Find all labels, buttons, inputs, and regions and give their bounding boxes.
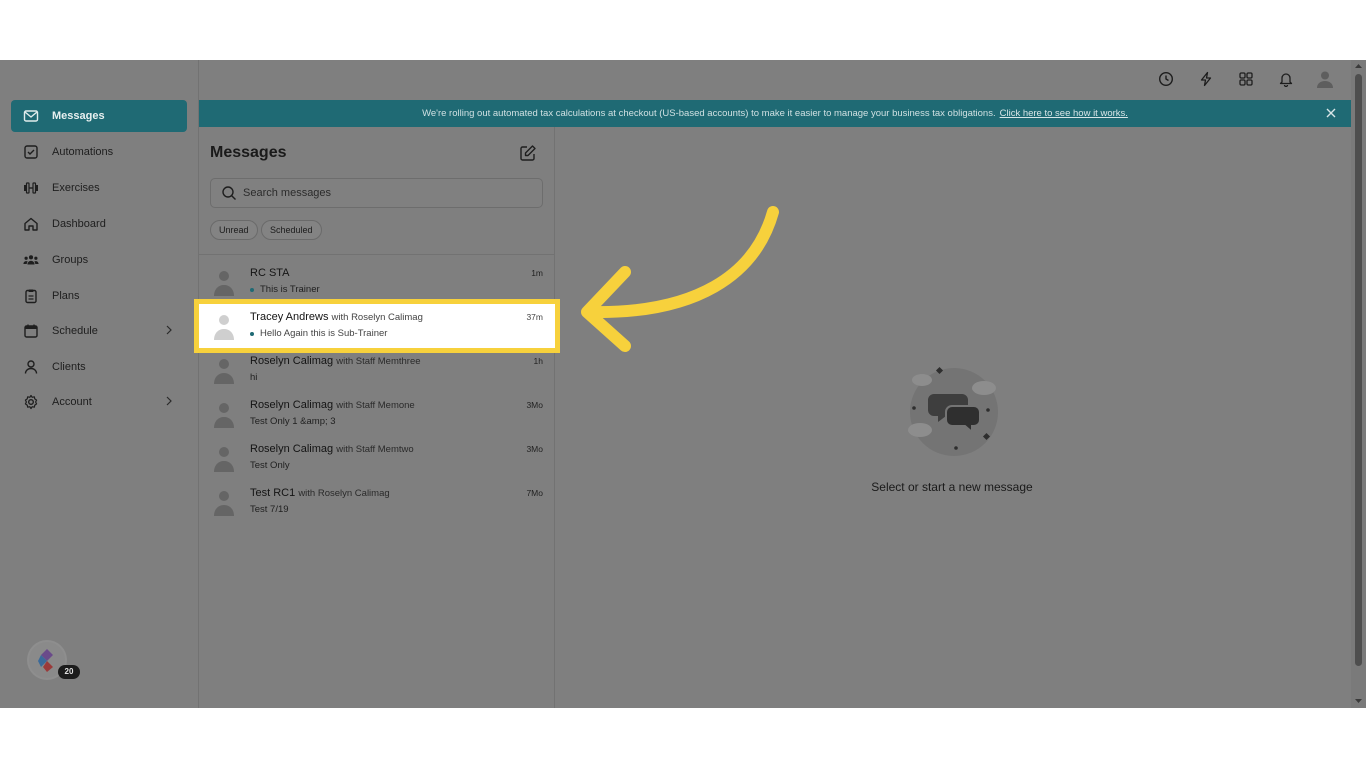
thread-name: Roselyn Calimag <box>250 399 334 411</box>
sidebar-item-label: Plans <box>52 290 80 302</box>
messages-panel: Messages Unread Scheduled RC STA This is… <box>194 127 560 708</box>
search-box <box>210 178 543 208</box>
thread-preview: This is Trainer <box>260 284 320 295</box>
scroll-up-icon[interactable] <box>1355 63 1362 69</box>
user-icon <box>23 359 39 375</box>
unread-dot <box>250 331 254 336</box>
lightning-icon[interactable] <box>1197 70 1215 88</box>
dumbbell-icon <box>23 180 39 196</box>
thread-time: 7Mo <box>526 488 543 498</box>
sidebar-item-schedule[interactable]: Schedule <box>11 315 187 347</box>
avatar <box>214 271 234 296</box>
thread-with: with Roselyn Calimag <box>298 488 390 499</box>
avatar <box>214 315 234 340</box>
tutorial-arrow-icon <box>581 206 779 352</box>
avatar <box>214 447 234 472</box>
app-window: Messages Automations Exercises Dashboard… <box>0 60 1366 708</box>
thread-name: RC STA <box>250 267 290 279</box>
thread-with: with Staff Memone <box>336 400 415 411</box>
thread-time: 3Mo <box>526 444 543 454</box>
banner-link[interactable]: Click here to see how it works. <box>1000 108 1128 119</box>
history-icon[interactable] <box>1157 70 1175 88</box>
thread-preview: hi <box>250 372 258 383</box>
list-item-highlighted[interactable]: Tracey Andrews with Roselyn Calimag Hell… <box>194 299 560 353</box>
sidebar-item-exercises[interactable]: Exercises <box>11 172 187 204</box>
unread-dot <box>250 287 254 292</box>
thread-name: Test RC1 <box>250 487 296 499</box>
thread-time: 1h <box>533 356 543 366</box>
sidebar-item-label: Schedule <box>52 325 98 337</box>
avatar <box>214 403 234 428</box>
compose-icon[interactable] <box>519 144 537 162</box>
bell-icon[interactable] <box>1277 70 1295 88</box>
gear-icon <box>23 394 39 410</box>
thread-time: 37m <box>526 312 543 322</box>
filter-unread-chip[interactable]: Unread <box>210 220 258 240</box>
thread-time: 1m <box>531 268 543 278</box>
scrollbar[interactable] <box>1351 60 1366 708</box>
chat-bubbles-illustration-icon <box>908 366 998 456</box>
sidebar-item-plans[interactable]: Plans <box>11 280 187 312</box>
search-icon <box>221 185 237 201</box>
envelope-icon <box>23 108 39 124</box>
thread-time: 3Mo <box>526 400 543 410</box>
sidebar-item-label: Dashboard <box>52 218 106 230</box>
chevron-right-icon <box>165 396 173 409</box>
users-icon <box>23 252 39 268</box>
close-icon[interactable] <box>1325 107 1337 119</box>
thread-with: with Roselyn Calimag <box>331 312 423 323</box>
scroll-down-icon[interactable] <box>1355 698 1362 704</box>
banner-text: We're rolling out automated tax calculat… <box>422 108 996 119</box>
thread-name: Roselyn Calimag <box>250 443 334 455</box>
sidebar-item-label: Clients <box>52 361 86 373</box>
thread-preview: Hello Again this is Sub-Trainer <box>260 328 388 339</box>
home-icon <box>23 216 39 232</box>
chevron-right-icon <box>165 325 173 338</box>
clipboard-icon <box>23 288 39 304</box>
thread-preview: Test 7/19 <box>250 504 289 515</box>
sidebar-item-messages[interactable]: Messages <box>11 100 187 132</box>
list-item[interactable]: Roselyn Calimag with Staff Memone Test O… <box>199 392 555 436</box>
thread-with: with Staff Memthree <box>336 356 421 367</box>
helper-count-badge: 20 <box>58 665 80 679</box>
checkbox-icon <box>23 144 39 160</box>
sidebar-item-clients[interactable]: Clients <box>11 351 187 383</box>
announcement-banner: We're rolling out automated tax calculat… <box>199 100 1351 127</box>
sidebar-item-label: Exercises <box>52 182 100 194</box>
sidebar-item-automations[interactable]: Automations <box>11 136 187 168</box>
empty-state-text: Select or start a new message <box>871 480 1033 494</box>
sidebar-item-label: Automations <box>52 146 114 158</box>
sidebar-item-label: Messages <box>52 110 105 122</box>
avatar[interactable] <box>1315 69 1335 89</box>
sidebar-item-dashboard[interactable]: Dashboard <box>11 208 187 240</box>
list-item[interactable]: Roselyn Calimag with Staff Memtwo Test O… <box>199 436 555 480</box>
thread-name: Roselyn Calimag <box>250 355 334 367</box>
avatar <box>214 491 234 516</box>
list-item[interactable]: Test RC1 with Roselyn Calimag Test 7/19 … <box>199 480 555 524</box>
page-title: Messages <box>210 144 287 161</box>
search-input[interactable] <box>243 187 523 199</box>
thread-preview: Test Only 1 &amp; 3 <box>250 416 336 427</box>
list-item[interactable]: RC STA This is Trainer 1m <box>199 260 555 304</box>
list-item[interactable]: Roselyn Calimag with Staff Memthree hi 1… <box>199 348 555 392</box>
sidebar: Messages Automations Exercises Dashboard… <box>0 60 199 708</box>
thread-preview: Test Only <box>250 460 290 471</box>
sidebar-item-label: Account <box>52 396 92 408</box>
scrollbar-thumb[interactable] <box>1355 74 1362 666</box>
avatar <box>214 359 234 384</box>
thread-name: Tracey Andrews <box>250 311 329 323</box>
apps-grid-icon[interactable] <box>1237 70 1255 88</box>
calendar-icon <box>23 323 39 339</box>
sidebar-item-groups[interactable]: Groups <box>11 244 187 276</box>
thread-with: with Staff Memtwo <box>336 444 414 455</box>
divider <box>199 254 555 255</box>
filter-scheduled-chip[interactable]: Scheduled <box>261 220 322 240</box>
sidebar-item-label: Groups <box>52 254 89 266</box>
sidebar-item-account[interactable]: Account <box>11 386 187 418</box>
